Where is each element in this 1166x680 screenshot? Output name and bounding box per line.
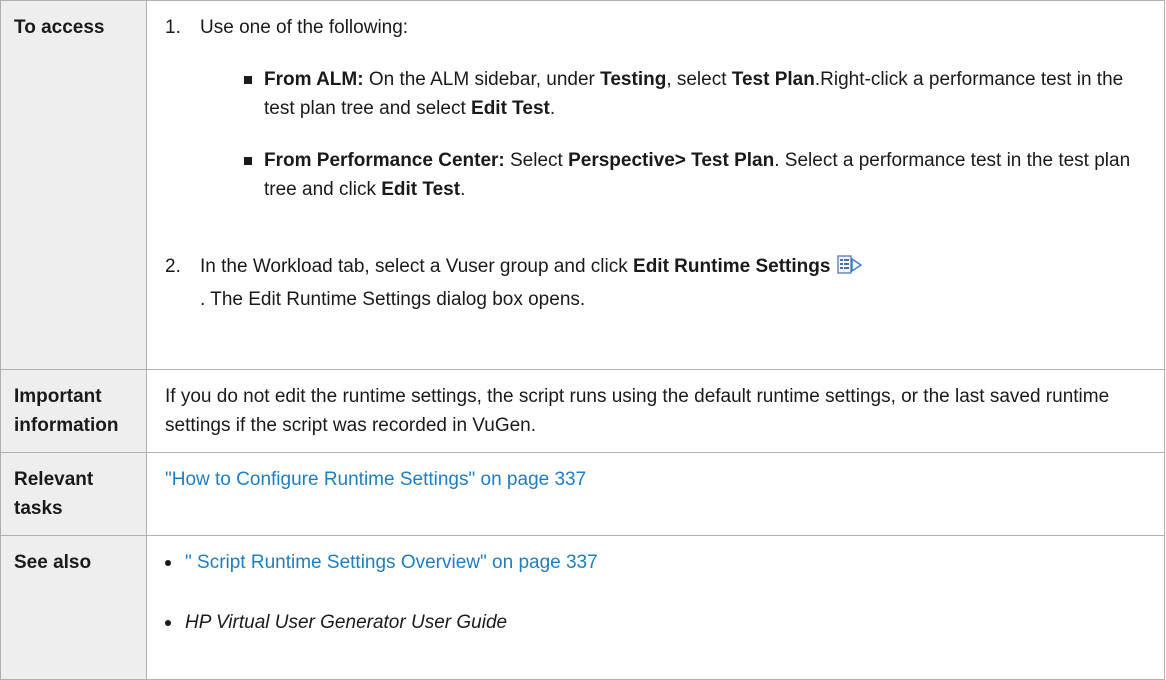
row-relevant-tasks: Relevant tasks "How to Configure Runtime… — [0, 452, 1165, 536]
square-bullet-icon — [244, 76, 252, 84]
pc-text-1: Select — [504, 150, 569, 171]
alm-text-1: On the ALM sidebar, under — [363, 69, 601, 90]
runtime-settings-overview-link[interactable]: " Script Runtime Settings Overview" on p… — [185, 552, 598, 573]
access-options-list: From ALM: On the ALM sidebar, under Test… — [200, 65, 1154, 204]
option-from-performance-center: From Performance Center: Select Perspect… — [200, 146, 1154, 204]
dot-bullet-icon — [165, 560, 171, 566]
pc-bold-1: Perspective> Test Plan — [568, 150, 775, 171]
pc-head: From Performance Center: — [264, 150, 505, 171]
pc-bold-2: Edit Test — [381, 179, 461, 200]
row-important-information: Important information If you do not edit… — [0, 369, 1165, 453]
step-1-text: Use one of the following: — [200, 17, 409, 38]
square-bullet-icon — [244, 157, 252, 165]
pc-text-3: . — [460, 179, 466, 200]
vugen-user-guide: HP Virtual User Generator User Guide — [185, 612, 508, 633]
see-also-list: " Script Runtime Settings Overview" on p… — [165, 548, 1154, 637]
content-see-also: " Script Runtime Settings Overview" on p… — [146, 535, 1165, 680]
step-2-text-2: . The Edit Runtime Settings dialog box o… — [200, 289, 586, 310]
step-2: 2. In the Workload tab, select a Vuser g… — [165, 252, 1154, 314]
step-2-bold: Edit Runtime Settings — [633, 256, 831, 277]
alm-bold-2: Test Plan — [731, 69, 815, 90]
see-also-item-guide: HP Virtual User Generator User Guide — [165, 608, 1154, 637]
alm-bold-3: Edit Test — [471, 98, 550, 119]
step-1: 1. Use one of the following: From ALM: O… — [165, 13, 1154, 204]
content-to-access: 1. Use one of the following: From ALM: O… — [146, 0, 1165, 370]
option-from-alm: From ALM: On the ALM sidebar, under Test… — [200, 65, 1154, 123]
row-see-also: See also " Script Runtime Settings Overv… — [0, 535, 1165, 680]
label-to-access: To access — [0, 0, 147, 370]
edit-runtime-settings-icon — [837, 254, 863, 285]
label-relevant-tasks: Relevant tasks — [0, 452, 147, 536]
see-also-item-overview: " Script Runtime Settings Overview" on p… — [165, 548, 1154, 577]
alm-head: From ALM: — [264, 69, 364, 90]
steps-list: 1. Use one of the following: From ALM: O… — [165, 13, 1154, 314]
important-text: If you do not edit the runtime settings,… — [146, 369, 1165, 453]
alm-text-4: . — [549, 98, 556, 119]
row-to-access: To access 1. Use one of the following: F… — [0, 0, 1165, 370]
content-relevant-tasks: "How to Configure Runtime Settings" on p… — [146, 452, 1165, 536]
label-important-information: Important information — [0, 369, 147, 453]
label-see-also: See also — [0, 535, 147, 680]
step-1-number: 1. — [165, 17, 181, 38]
dot-bullet-icon — [165, 620, 171, 626]
alm-text-2: , select — [666, 69, 732, 90]
info-table: To access 1. Use one of the following: F… — [0, 0, 1165, 680]
step-2-text-1: In the Workload tab, select a Vuser grou… — [200, 256, 634, 277]
alm-bold-1: Testing — [600, 69, 667, 90]
step-2-number: 2. — [165, 256, 181, 277]
configure-runtime-settings-link[interactable]: "How to Configure Runtime Settings" on p… — [165, 469, 586, 490]
